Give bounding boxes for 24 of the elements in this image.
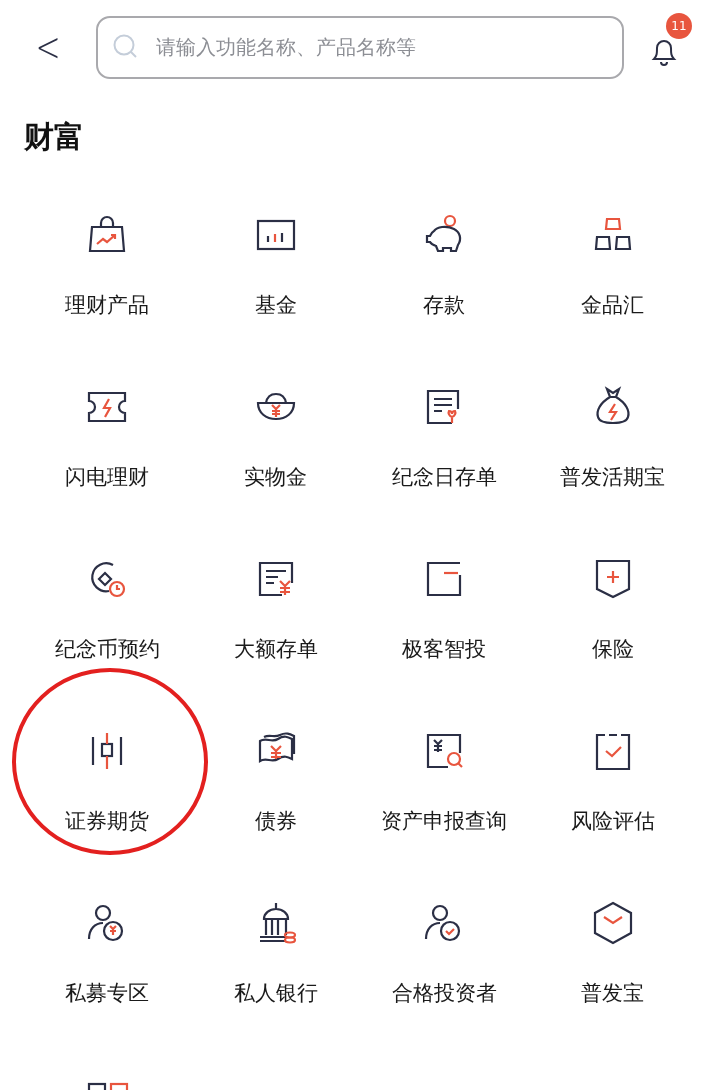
back-button[interactable]: < [34, 27, 62, 67]
menu-item[interactable]: 资产申报查询 [381, 727, 508, 832]
menu-item[interactable]: 理财产品 [65, 211, 150, 316]
menu-item[interactable]: 极客智投 [402, 555, 487, 660]
section-title: 财富 [23, 118, 85, 156]
menu-item[interactable]: 保险 [588, 555, 637, 660]
menu-item[interactable]: 合格投资者 [391, 899, 497, 1004]
menu-item[interactable]: 风险评估 [570, 727, 655, 832]
menu-item[interactable]: 纪念币预约 [54, 555, 160, 660]
menu-item[interactable]: 普发活期宝 [560, 383, 666, 488]
search-field[interactable]: 请输入功能名称、产品名称等 [96, 15, 624, 79]
menu-item[interactable]: 私募专区 [65, 899, 150, 1004]
menu-item[interactable]: 大额存单 [233, 555, 318, 660]
menu-item[interactable]: 纪念日存单 [391, 383, 497, 488]
menu-item[interactable]: 存款 [420, 211, 469, 316]
menu-item[interactable]: 证券期货 [65, 727, 150, 832]
notification-badge: 11 [666, 13, 692, 39]
menu-item[interactable]: 实物金 [244, 383, 308, 488]
menu-item[interactable]: 普发宝 [581, 899, 645, 1004]
menu-item[interactable]: 基金 [251, 211, 300, 316]
menu-item[interactable]: 债券 [251, 727, 300, 832]
menu-item[interactable]: 私人银行 [233, 899, 318, 1004]
menu-item[interactable]: 金品汇 [581, 211, 645, 316]
menu-item[interactable]: 闪电理财 [65, 383, 150, 488]
